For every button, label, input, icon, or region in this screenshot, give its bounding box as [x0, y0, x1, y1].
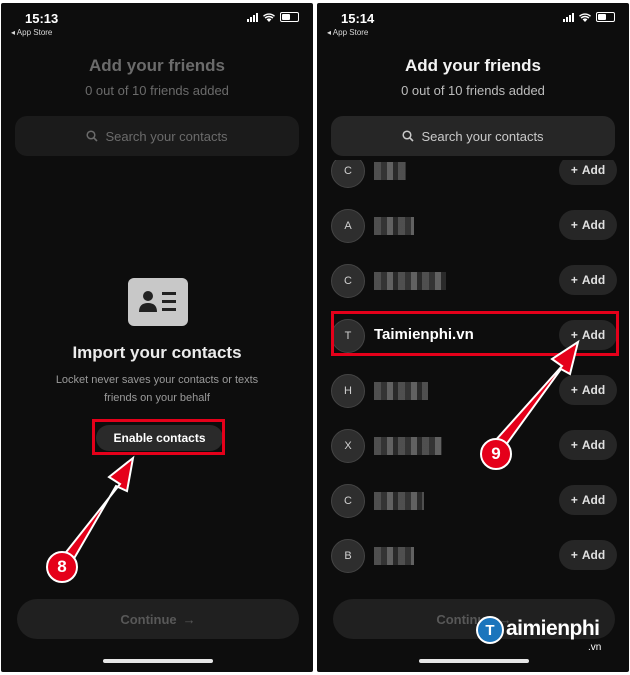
search-input[interactable]: Search your contacts [331, 116, 615, 156]
blurred-contact-name [374, 217, 414, 235]
watermark-suffix: .vn [588, 642, 602, 653]
plus-icon: + [570, 163, 578, 177]
arrow-right-icon: → [182, 611, 196, 627]
contact-list: C + Add A + Add C + Add T Taimienphi.vn + Ad… [317, 160, 629, 590]
add-contact-button[interactable]: + Add [559, 540, 617, 570]
blurred-contact-name [374, 492, 424, 510]
contact-card-icon [128, 278, 188, 326]
blurred-contact-name [374, 272, 446, 290]
status-time: 15:14 [341, 11, 375, 26]
home-indicator [419, 659, 529, 663]
contact-avatar: H [331, 374, 365, 408]
battery-icon [280, 12, 299, 22]
contact-row: C + Add [317, 264, 629, 304]
search-placeholder: Search your contacts [105, 128, 228, 144]
contact-row: H + Add [317, 374, 629, 414]
contact-row: C + Add [317, 160, 629, 194]
contact-avatar: B [331, 539, 365, 573]
battery-icon [596, 12, 615, 22]
search-icon [86, 130, 99, 142]
status-time: 15:13 [25, 11, 59, 26]
add-contact-button[interactable]: + Add [559, 265, 617, 295]
friends-count: 0 out of 10 friends added [401, 83, 545, 98]
wifi-icon [263, 12, 275, 22]
plus-icon: + [570, 493, 578, 507]
page-title: Add your friends [88, 56, 225, 75]
wifi-icon [579, 12, 591, 22]
status-icons [563, 12, 615, 22]
contact-avatar: C [331, 264, 365, 298]
signal-icon [247, 12, 258, 22]
continue-button[interactable]: Continue → [17, 599, 299, 639]
plus-icon: + [570, 383, 578, 397]
search-icon [402, 130, 415, 142]
add-contact-button[interactable]: + Add [559, 160, 617, 185]
watermark-logo-icon: T [476, 616, 504, 644]
watermark-logo: T aimienphi .vn [476, 616, 601, 653]
contact-avatar: C [331, 484, 365, 518]
back-to-app-store-link[interactable]: ◂ App Store [327, 28, 368, 37]
watermark-text: aimienphi [506, 617, 600, 640]
plus-icon: + [570, 218, 578, 232]
contact-row: B + Add [317, 539, 629, 579]
signal-icon [563, 12, 574, 22]
home-indicator [103, 659, 213, 663]
plus-icon: + [570, 548, 578, 562]
add-contact-button[interactable]: + Add [559, 375, 617, 405]
search-placeholder: Search your contacts [421, 128, 544, 144]
search-input[interactable]: Search your contacts [15, 116, 299, 156]
contact-row: X + Add [317, 429, 629, 469]
step-badge-9: 9 [480, 438, 512, 470]
add-contact-button[interactable]: + Add [559, 210, 617, 240]
blurred-contact-name [374, 162, 406, 180]
blurred-contact-name [374, 547, 414, 565]
import-description: Locket never saves your contacts or text… [55, 374, 259, 404]
status-icons [247, 12, 299, 22]
import-title: Import your contacts [72, 343, 242, 362]
page-title: Add your friends [404, 56, 541, 75]
continue-label: Continue [120, 611, 177, 627]
contact-avatar: X [331, 429, 365, 463]
add-contact-button[interactable]: + Add [559, 485, 617, 515]
blurred-contact-name [374, 437, 442, 455]
step-badge-8: 8 [46, 551, 78, 583]
contact-row: C + Add [317, 484, 629, 524]
contact-avatar: C [331, 160, 365, 188]
contact-row-highlight [331, 311, 619, 356]
enable-contacts-highlight [92, 419, 225, 455]
add-contact-button[interactable]: + Add [559, 430, 617, 460]
back-to-app-store-link[interactable]: ◂ App Store [11, 28, 52, 37]
plus-icon: + [570, 273, 578, 287]
plus-icon: + [570, 438, 578, 452]
blurred-contact-name [374, 382, 428, 400]
contact-avatar: A [331, 209, 365, 243]
friends-count: 0 out of 10 friends added [85, 83, 229, 98]
contact-row: A + Add [317, 209, 629, 249]
